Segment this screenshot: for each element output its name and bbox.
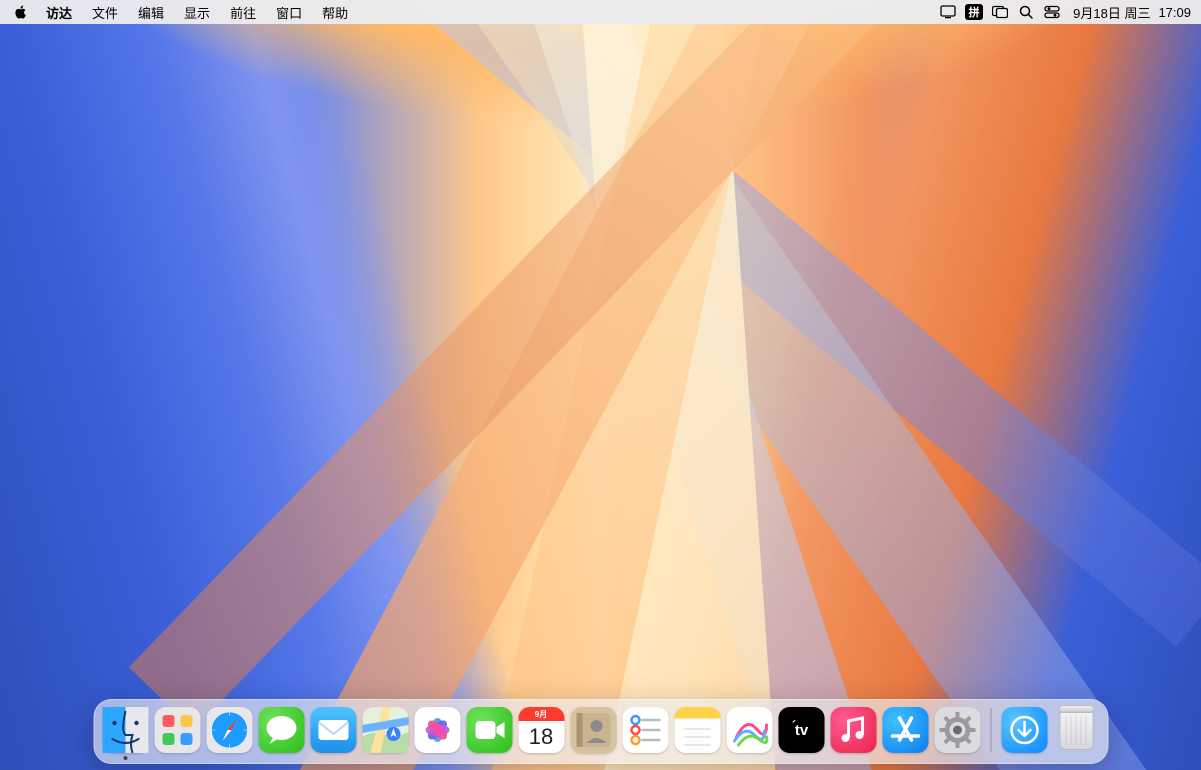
dock-app-tv[interactable]: tv xyxy=(778,707,824,753)
dock-app-calendar[interactable]: 9月 18 xyxy=(518,707,564,753)
calendar-day-label: 18 xyxy=(518,721,564,753)
launchpad-icon xyxy=(154,707,200,753)
photos-icon xyxy=(414,707,460,753)
tv-icon: tv xyxy=(778,707,824,753)
desktop-wallpaper xyxy=(0,0,1201,770)
stage-manager-icon[interactable] xyxy=(987,0,1013,24)
contacts-icon xyxy=(570,707,616,753)
dock-app-safari[interactable] xyxy=(206,707,252,753)
menubar-time[interactable]: 17:09 xyxy=(1150,5,1191,20)
dock-app-music[interactable] xyxy=(830,707,876,753)
dock-app-messages[interactable] xyxy=(258,707,304,753)
dock-app-contacts[interactable] xyxy=(570,707,616,753)
music-icon xyxy=(830,707,876,753)
appstore-icon xyxy=(882,707,928,753)
messages-icon xyxy=(258,707,304,753)
dock-app-settings[interactable] xyxy=(934,707,980,753)
dock-app-finder[interactable] xyxy=(102,707,148,753)
dock-app-notes[interactable] xyxy=(674,707,720,753)
dock-app-appstore[interactable] xyxy=(882,707,928,753)
menubar-date[interactable]: 9月18日 周三 xyxy=(1065,3,1150,22)
dock-app-freeform[interactable] xyxy=(726,707,772,753)
dock-app-reminders[interactable] xyxy=(622,707,668,753)
control-center-icon[interactable] xyxy=(1039,0,1065,24)
settings-icon xyxy=(934,707,980,753)
screen-mirroring-icon[interactable] xyxy=(935,0,961,24)
mail-icon xyxy=(310,707,356,753)
dock-app-launchpad[interactable] xyxy=(154,707,200,753)
apple-menu[interactable] xyxy=(12,3,30,21)
svg-text:tv: tv xyxy=(794,722,808,739)
menubar-item-help[interactable]: 帮助 xyxy=(312,3,358,22)
menubar-left: 访达 文件 编辑 显示 前往 窗口 帮助 xyxy=(12,0,358,24)
notes-icon xyxy=(674,707,720,753)
menubar-item-go[interactable]: 前往 xyxy=(220,3,266,22)
dock-separator xyxy=(990,708,991,752)
trash-icon xyxy=(1059,710,1093,750)
menubar-item-window[interactable]: 窗口 xyxy=(266,3,312,22)
dock-app-photos[interactable] xyxy=(414,707,460,753)
maps-icon xyxy=(362,707,408,753)
menubar-app-name[interactable]: 访达 xyxy=(36,3,82,22)
dock-folder-downloads[interactable] xyxy=(1001,707,1047,753)
safari-icon xyxy=(206,707,252,753)
menubar: 访达 文件 编辑 显示 前往 窗口 帮助 拼 9月18日 周三 17:09 xyxy=(0,0,1201,24)
menubar-right: 拼 9月18日 周三 17:09 xyxy=(935,0,1191,24)
apple-logo-icon xyxy=(14,5,28,19)
menubar-item-view[interactable]: 显示 xyxy=(174,3,220,22)
input-method-icon[interactable]: 拼 xyxy=(961,0,987,24)
freeform-icon xyxy=(726,707,772,753)
spotlight-icon[interactable] xyxy=(1013,0,1039,24)
menubar-item-file[interactable]: 文件 xyxy=(82,3,128,22)
finder-icon xyxy=(102,707,148,753)
calendar-month-label: 9月 xyxy=(518,707,564,721)
facetime-icon xyxy=(466,707,512,753)
reminders-icon xyxy=(622,707,668,753)
downloads-icon xyxy=(1001,707,1047,753)
dock-app-facetime[interactable] xyxy=(466,707,512,753)
dock-app-mail[interactable] xyxy=(310,707,356,753)
dock-app-maps[interactable] xyxy=(362,707,408,753)
dock: 9月 18 xyxy=(93,699,1108,764)
dock-trash[interactable] xyxy=(1053,707,1099,753)
menubar-item-edit[interactable]: 编辑 xyxy=(128,3,174,22)
